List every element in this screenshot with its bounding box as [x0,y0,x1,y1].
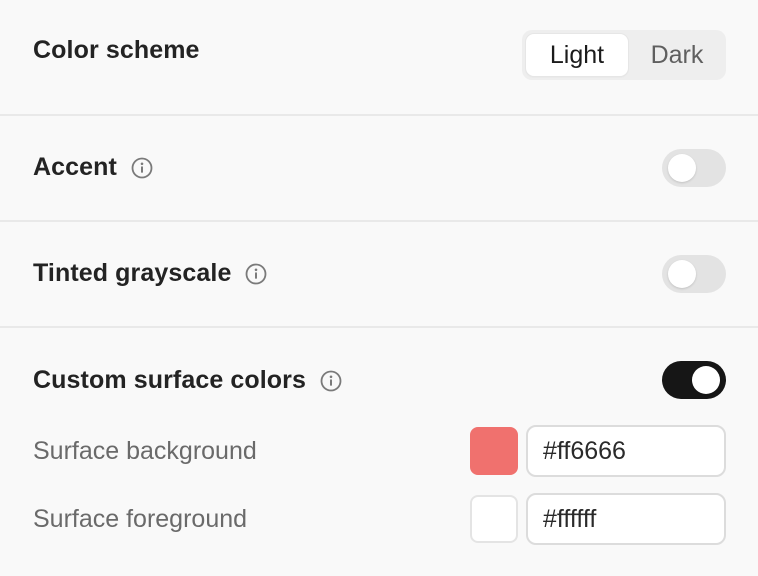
surface-background-row: Surface background [0,425,758,477]
color-scheme-label: Color scheme [33,36,200,64]
color-scheme-row: Color scheme Light Dark [0,0,758,116]
tinted-grayscale-label: Tinted grayscale [33,259,232,287]
accent-label: Accent [33,153,117,181]
custom-surface-colors-toggle[interactable] [662,361,726,399]
toggle-knob [668,260,696,288]
surface-foreground-swatch[interactable] [470,495,518,543]
accent-row: Accent [0,116,758,222]
appearance-settings-panel: Color scheme Light Dark Accent Tinted gr… [0,0,758,574]
surface-background-label: Surface background [33,437,257,465]
surface-background-hex-input[interactable] [526,425,726,477]
toggle-knob [668,154,696,182]
surface-foreground-label: Surface foreground [33,505,248,533]
accent-toggle[interactable] [662,149,726,187]
tinted-grayscale-toggle[interactable] [662,255,726,293]
custom-surface-colors-label: Custom surface colors [33,366,307,394]
surface-background-swatch[interactable] [470,427,518,475]
custom-surface-colors-section: Custom surface colors Surface background… [0,328,758,576]
color-scheme-option-light[interactable]: Light [526,34,628,76]
info-icon[interactable] [131,157,153,179]
accent-label-wrap: Accent [33,153,153,182]
info-icon[interactable] [320,370,342,392]
tinted-grayscale-row: Tinted grayscale [0,222,758,328]
info-icon[interactable] [245,263,267,285]
tinted-grayscale-label-wrap: Tinted grayscale [33,259,267,288]
color-scheme-option-dark[interactable]: Dark [632,34,722,76]
toggle-knob [692,366,720,394]
color-scheme-segmented-control: Light Dark [522,30,726,80]
color-scheme-label-wrap: Color scheme [33,36,200,65]
custom-surface-colors-label-wrap: Custom surface colors [33,366,342,395]
surface-foreground-hex-input[interactable] [526,493,726,545]
surface-foreground-row: Surface foreground [0,493,758,545]
